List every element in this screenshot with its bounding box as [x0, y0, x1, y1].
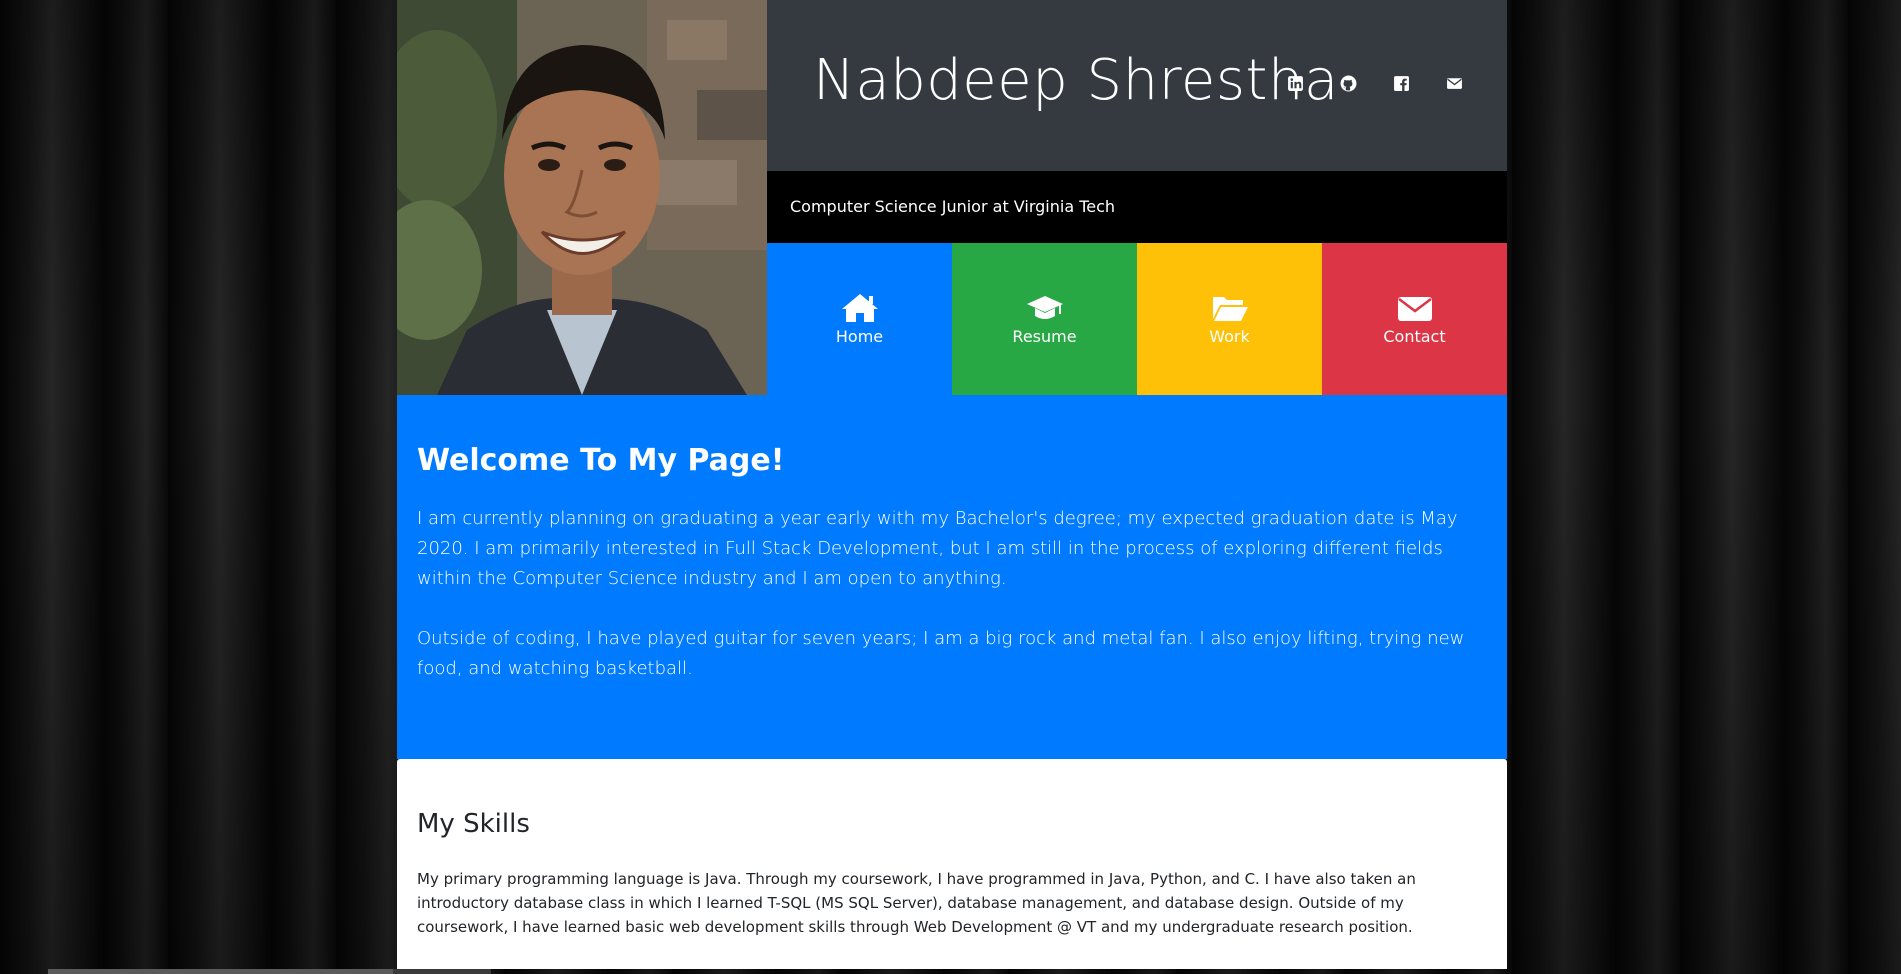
- subtitle-bar: Computer Science Junior at Virginia Tech: [767, 171, 1507, 243]
- graduation-cap-icon: [1026, 295, 1063, 319]
- github-icon[interactable]: [1340, 75, 1357, 92]
- header: Nabdeep Shrestha Computer Science Junior…: [397, 0, 1507, 395]
- nav-work[interactable]: Work: [1137, 243, 1322, 395]
- nav-contact[interactable]: Contact: [1322, 243, 1507, 395]
- nav-home[interactable]: Home: [767, 243, 952, 395]
- welcome-heading: Welcome To My Page!: [417, 443, 785, 478]
- linkedin-icon[interactable]: [1287, 75, 1304, 92]
- social-links: [1287, 75, 1463, 92]
- email-icon[interactable]: [1446, 75, 1463, 92]
- subtitle-text: Computer Science Junior at Virginia Tech: [790, 197, 1116, 216]
- nav-home-label: Home: [835, 326, 884, 346]
- profile-photo: [397, 0, 767, 395]
- folder-open-icon: [1212, 296, 1248, 321]
- facebook-icon[interactable]: [1393, 75, 1410, 92]
- nav-contact-label: Contact: [1383, 326, 1446, 346]
- nav-resume-label: Resume: [1012, 326, 1077, 346]
- title-bar: Nabdeep Shrestha: [767, 0, 1507, 171]
- site-title: Nabdeep Shrestha: [813, 48, 1339, 113]
- home-icon: [841, 293, 878, 322]
- nav-work-label: Work: [1209, 326, 1250, 346]
- main-nav: Home Resume Work Contact: [767, 243, 1507, 395]
- nav-resume[interactable]: Resume: [952, 243, 1137, 395]
- envelope-icon: [1397, 296, 1432, 321]
- profile-photo-image: [397, 0, 767, 395]
- skills-paragraph: My primary programming language is Java.…: [417, 870, 1416, 936]
- scrollbar-thumb[interactable]: [48, 969, 393, 974]
- horizontal-scrollbar[interactable]: [48, 969, 491, 974]
- skills-section: My Skills My primary programming languag…: [397, 759, 1507, 969]
- welcome-section: Welcome To My Page! I am currently plann…: [397, 395, 1507, 759]
- welcome-paragraph-1: I am currently planning on graduating a …: [417, 508, 1458, 589]
- skills-heading: My Skills: [417, 809, 530, 839]
- page-container: Nabdeep Shrestha Computer Science Junior…: [397, 0, 1507, 969]
- welcome-paragraph-2: Outside of coding, I have played guitar …: [417, 628, 1465, 679]
